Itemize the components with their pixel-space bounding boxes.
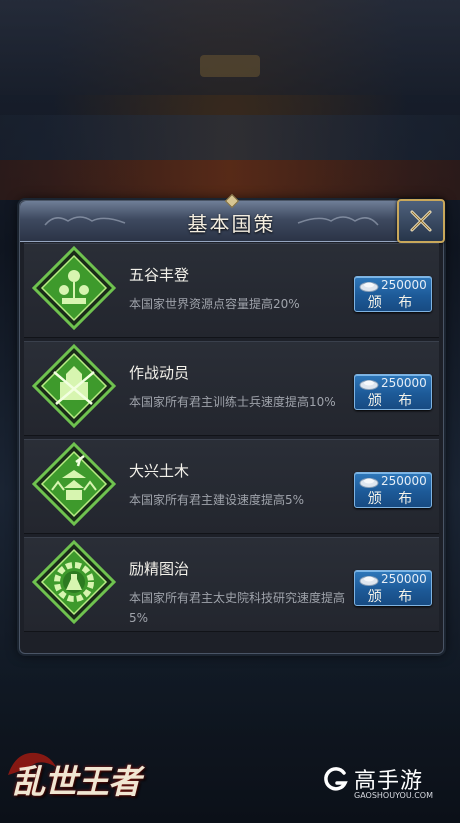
castle-swords-icon xyxy=(32,344,116,428)
promulgate-label: 颁 布 xyxy=(367,393,419,409)
promulgate-button[interactable]: 250000 颁 布 xyxy=(354,472,432,508)
background-top-bar xyxy=(0,0,460,95)
promulgate-button[interactable]: 250000 颁 布 xyxy=(354,374,432,410)
policy-row: 励精图治 本国家所有君主太史院科技研究速度提高5% 250000 颁 布 xyxy=(24,537,439,632)
site-url: GAOSHOUYOU.COM xyxy=(354,791,434,800)
silver-ingot-icon xyxy=(359,380,379,390)
cost-value: 250000 xyxy=(381,278,427,292)
promulgate-label: 颁 布 xyxy=(367,295,419,311)
cost-value: 250000 xyxy=(381,572,427,586)
policy-row: 作战动员 本国家所有君主训练士兵速度提高10% 250000 颁 布 xyxy=(24,341,439,436)
gear-flask-icon xyxy=(32,540,116,624)
game-logo-text: 乱世王者 xyxy=(12,762,141,801)
policy-description: 本国家所有君主太史院科技研究速度提高5% xyxy=(129,591,346,625)
close-button[interactable] xyxy=(397,199,445,243)
site-logo-icon xyxy=(324,767,348,791)
game-logo: 乱世王者 xyxy=(2,745,142,820)
policy-name: 五谷丰登 xyxy=(129,266,190,284)
policy-row: 五谷丰登 本国家世界资源点容量提高20% 250000 颁 布 xyxy=(24,243,439,338)
cost-value: 250000 xyxy=(381,376,427,390)
policy-dialog: 基本国策 五谷丰登 本国家世界资源点容量提高20% 250000 颁 布 作战动… xyxy=(19,193,445,654)
site-watermark: 高手游 GAOSHOUYOU.COM xyxy=(320,763,440,803)
promulgate-button[interactable]: 250000 颁 布 xyxy=(354,570,432,606)
background-bottom xyxy=(0,650,460,750)
promulgate-label: 颁 布 xyxy=(367,589,419,605)
cost-value: 250000 xyxy=(381,474,427,488)
policy-description: 本国家世界资源点容量提高20% xyxy=(129,297,300,311)
grain-harvest-icon xyxy=(32,246,116,330)
policy-row: 大兴土木 本国家所有君主建设速度提高5% 250000 颁 布 xyxy=(24,439,439,534)
silver-ingot-icon xyxy=(359,576,379,586)
policy-name: 作战动员 xyxy=(129,364,190,382)
policy-name: 大兴土木 xyxy=(129,462,190,480)
promulgate-button[interactable]: 250000 颁 布 xyxy=(354,276,432,312)
pagoda-hammer-icon xyxy=(32,442,116,526)
background-middle-bar xyxy=(0,115,460,160)
background-ornament xyxy=(200,55,260,77)
policy-description: 本国家所有君主建设速度提高5% xyxy=(129,493,305,507)
dialog-title-bar: 基本国策 xyxy=(20,193,443,242)
dialog-title: 基本国策 xyxy=(187,212,276,236)
promulgate-label: 颁 布 xyxy=(367,491,419,507)
policy-name: 励精图治 xyxy=(129,560,190,578)
policy-description: 本国家所有君主训练士兵速度提高10% xyxy=(129,395,336,409)
silver-ingot-icon xyxy=(359,478,379,488)
close-icon xyxy=(410,210,432,232)
silver-ingot-icon xyxy=(359,282,379,292)
